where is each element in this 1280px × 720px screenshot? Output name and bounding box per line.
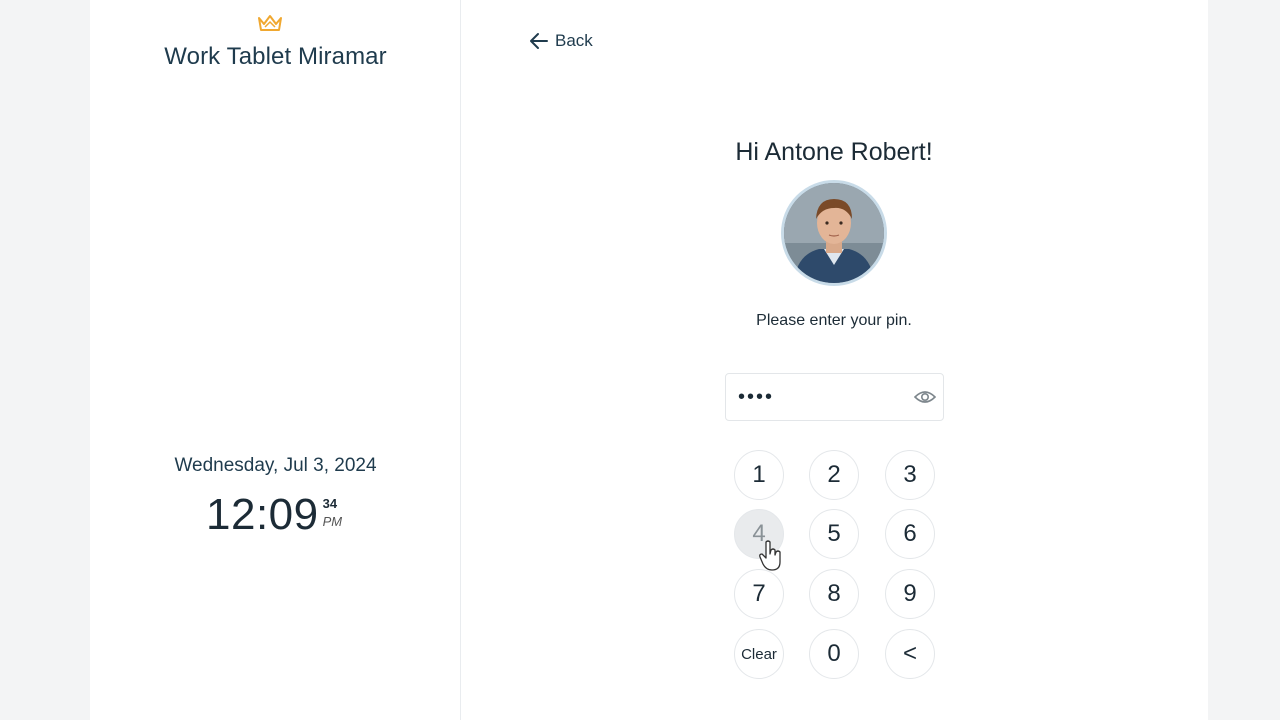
- sidebar-panel: Work Tablet Miramar Wednesday, Jul 3, 20…: [90, 0, 461, 720]
- pin-input[interactable]: [726, 374, 906, 420]
- avatar: [781, 180, 887, 286]
- key-7[interactable]: 7: [734, 569, 784, 619]
- key-2[interactable]: 2: [809, 450, 859, 500]
- key-9[interactable]: 9: [885, 569, 935, 619]
- key-0[interactable]: 0: [809, 629, 859, 679]
- pin-keypad: 1 2 3 4 5 6 7 8 9 Clear 0 <: [734, 450, 936, 681]
- show-pin-toggle[interactable]: [913, 387, 937, 407]
- clock: 12:09 34 PM: [206, 490, 342, 540]
- crown-icon: [258, 15, 282, 31]
- back-label: Back: [555, 31, 593, 50]
- clock-ampm: PM: [322, 514, 343, 529]
- key-6[interactable]: 6: [885, 509, 935, 559]
- arrow-left-icon: [530, 33, 548, 49]
- key-5[interactable]: 5: [809, 509, 859, 559]
- back-button[interactable]: Back: [529, 31, 593, 51]
- eye-icon: [914, 391, 936, 403]
- pin-entry-panel: Back Hi Antone Robert! Please enter your…: [461, 0, 1208, 720]
- clock-time: 12:09: [206, 490, 319, 539]
- pin-instruction: Please enter your pin.: [756, 312, 912, 329]
- pin-field-container: [725, 373, 944, 421]
- backspace-button[interactable]: <: [885, 629, 935, 679]
- current-date: Wednesday, Jul 3, 2024: [174, 455, 377, 476]
- location-title: Work Tablet Miramar: [164, 43, 387, 70]
- key-1[interactable]: 1: [734, 450, 784, 500]
- avatar-photo: [784, 183, 884, 283]
- clear-button[interactable]: Clear: [734, 629, 784, 679]
- greeting-heading: Hi Antone Robert!: [735, 138, 933, 166]
- app-window: Work Tablet Miramar Wednesday, Jul 3, 20…: [90, 0, 1208, 720]
- key-8[interactable]: 8: [809, 569, 859, 619]
- key-4[interactable]: 4: [734, 509, 784, 559]
- clock-seconds: 34: [322, 496, 338, 511]
- key-3[interactable]: 3: [885, 450, 935, 500]
